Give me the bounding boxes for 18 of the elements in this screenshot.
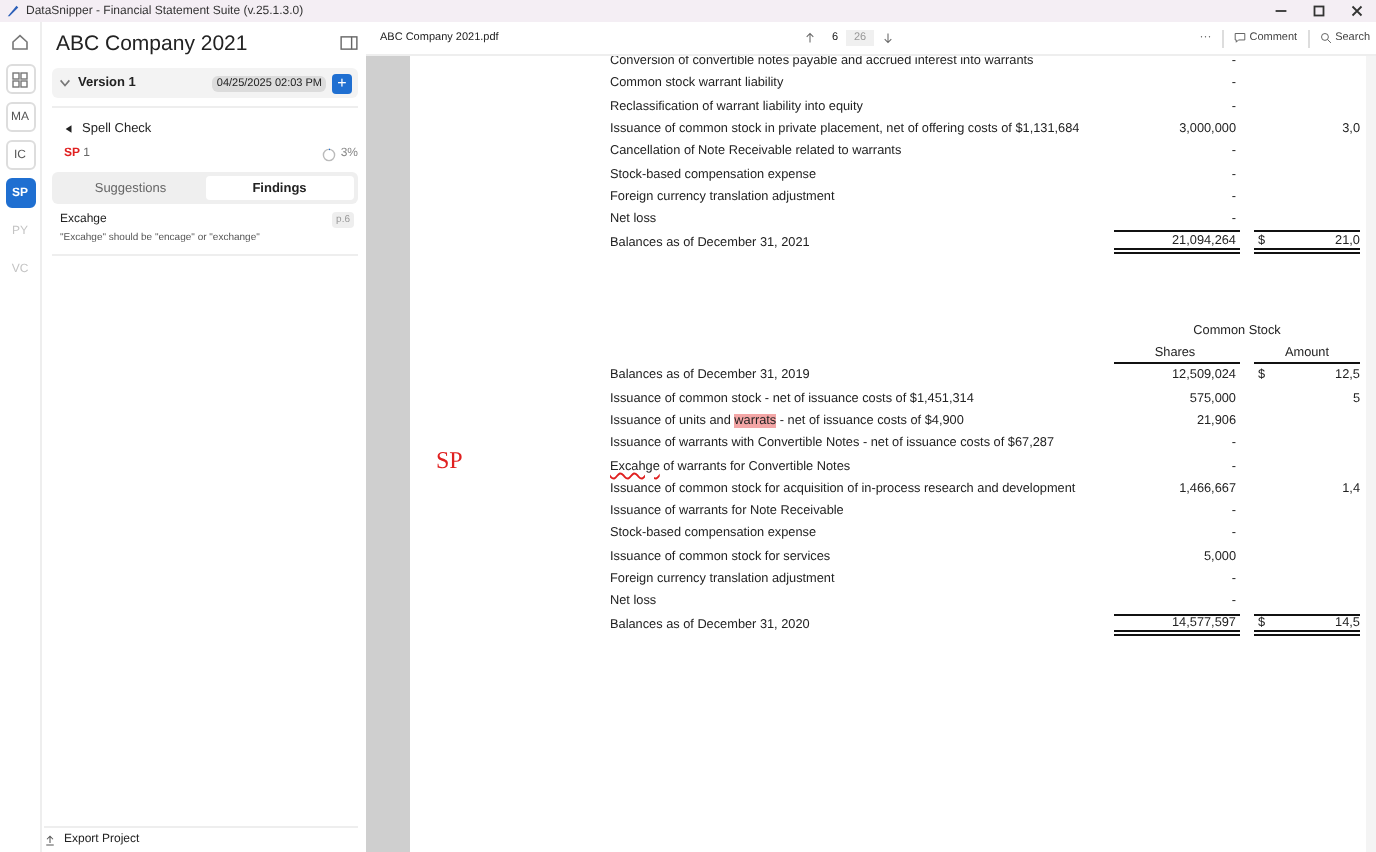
arrow-up-icon[interactable] bbox=[803, 32, 816, 44]
app-logo-icon bbox=[6, 4, 20, 18]
sidebar-toggle-icon[interactable] bbox=[340, 36, 358, 50]
chevron-icon[interactable] bbox=[58, 76, 72, 90]
grid-icon bbox=[12, 71, 28, 87]
export-icon[interactable] bbox=[44, 834, 56, 846]
back-icon[interactable] bbox=[64, 124, 74, 134]
arrow-down-icon[interactable] bbox=[882, 32, 895, 44]
annotation-mark[interactable]: SP bbox=[436, 446, 463, 476]
home-icon[interactable] bbox=[10, 32, 30, 52]
comment-icon bbox=[1233, 32, 1246, 44]
search-icon bbox=[1319, 32, 1332, 44]
grid-button[interactable] bbox=[5, 64, 35, 94]
add-button[interactable]: + bbox=[332, 73, 352, 93]
project-title: ABC Company 2021 bbox=[56, 31, 248, 55]
close-icon[interactable] bbox=[1348, 2, 1366, 20]
progress-ring bbox=[322, 147, 337, 161]
restore-icon[interactable] bbox=[1310, 2, 1328, 20]
